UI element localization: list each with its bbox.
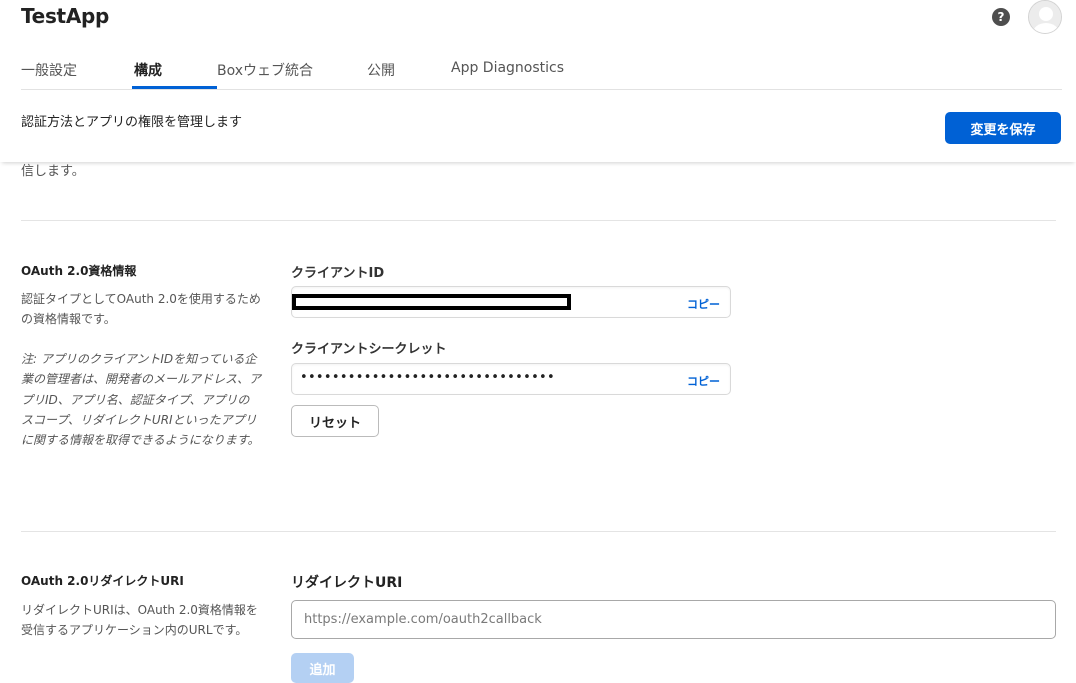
- copy-client-id-button[interactable]: コピー: [687, 296, 720, 312]
- user-avatar-icon: [1029, 1, 1061, 33]
- avatar[interactable]: [1028, 0, 1062, 34]
- client-id-field: コピー: [291, 286, 731, 318]
- redirect-uri-input[interactable]: [291, 600, 1056, 639]
- client-secret-value: ••••••••••••••••••••••••••••••••: [300, 370, 555, 385]
- oauth-credentials-note: 注: アプリのクライアントIDを知っている企業の管理者は、開発者のメールアドレス…: [21, 352, 262, 448]
- scrolled-text-fragment: 信します。: [21, 164, 85, 179]
- sticky-save-header: 認証方法とアプリの権限を管理します 変更を保存: [0, 90, 1076, 162]
- redirect-uri-description: リダイレクトURIは、OAuth 2.0資格情報を受信するアプリケーション内のU…: [21, 603, 258, 637]
- sticky-description: 認証方法とアプリの権限を管理します: [21, 115, 243, 130]
- oauth-credentials-title: OAuth 2.0資格情報: [21, 264, 137, 278]
- tab-bar: 一般設定 構成 Boxウェブ統合 公開 App Diagnostics: [0, 52, 1076, 90]
- help-icon[interactable]: ?: [992, 8, 1010, 26]
- tab-general-settings[interactable]: 一般設定: [21, 52, 77, 90]
- section-divider: [21, 220, 1056, 221]
- tab-publish[interactable]: 公開: [367, 52, 395, 90]
- save-changes-button[interactable]: 変更を保存: [945, 112, 1061, 144]
- tab-box-web-integration[interactable]: Boxウェブ統合: [217, 52, 313, 90]
- tab-configuration[interactable]: 構成: [134, 52, 162, 90]
- client-id-label: クライアントID: [291, 266, 385, 281]
- client-secret-field: •••••••••••••••••••••••••••••••• コピー: [291, 363, 731, 395]
- section-divider: [21, 531, 1056, 532]
- app-title: TestApp: [21, 4, 110, 28]
- copy-client-secret-button[interactable]: コピー: [687, 373, 720, 389]
- redacted-client-id: [292, 294, 571, 310]
- oauth-credentials-description: 認証タイプとしてOAuth 2.0を使用するための資格情報です。: [21, 292, 261, 326]
- client-secret-label: クライアントシークレット: [291, 342, 447, 357]
- redirect-uri-label: リダイレクトURI: [291, 575, 403, 591]
- redirect-uri-section-title: OAuth 2.0リダイレクトURI: [21, 574, 184, 588]
- reset-secret-button[interactable]: リセット: [291, 405, 379, 437]
- tab-app-diagnostics[interactable]: App Diagnostics: [451, 52, 564, 90]
- add-redirect-uri-button[interactable]: 追加: [291, 653, 354, 683]
